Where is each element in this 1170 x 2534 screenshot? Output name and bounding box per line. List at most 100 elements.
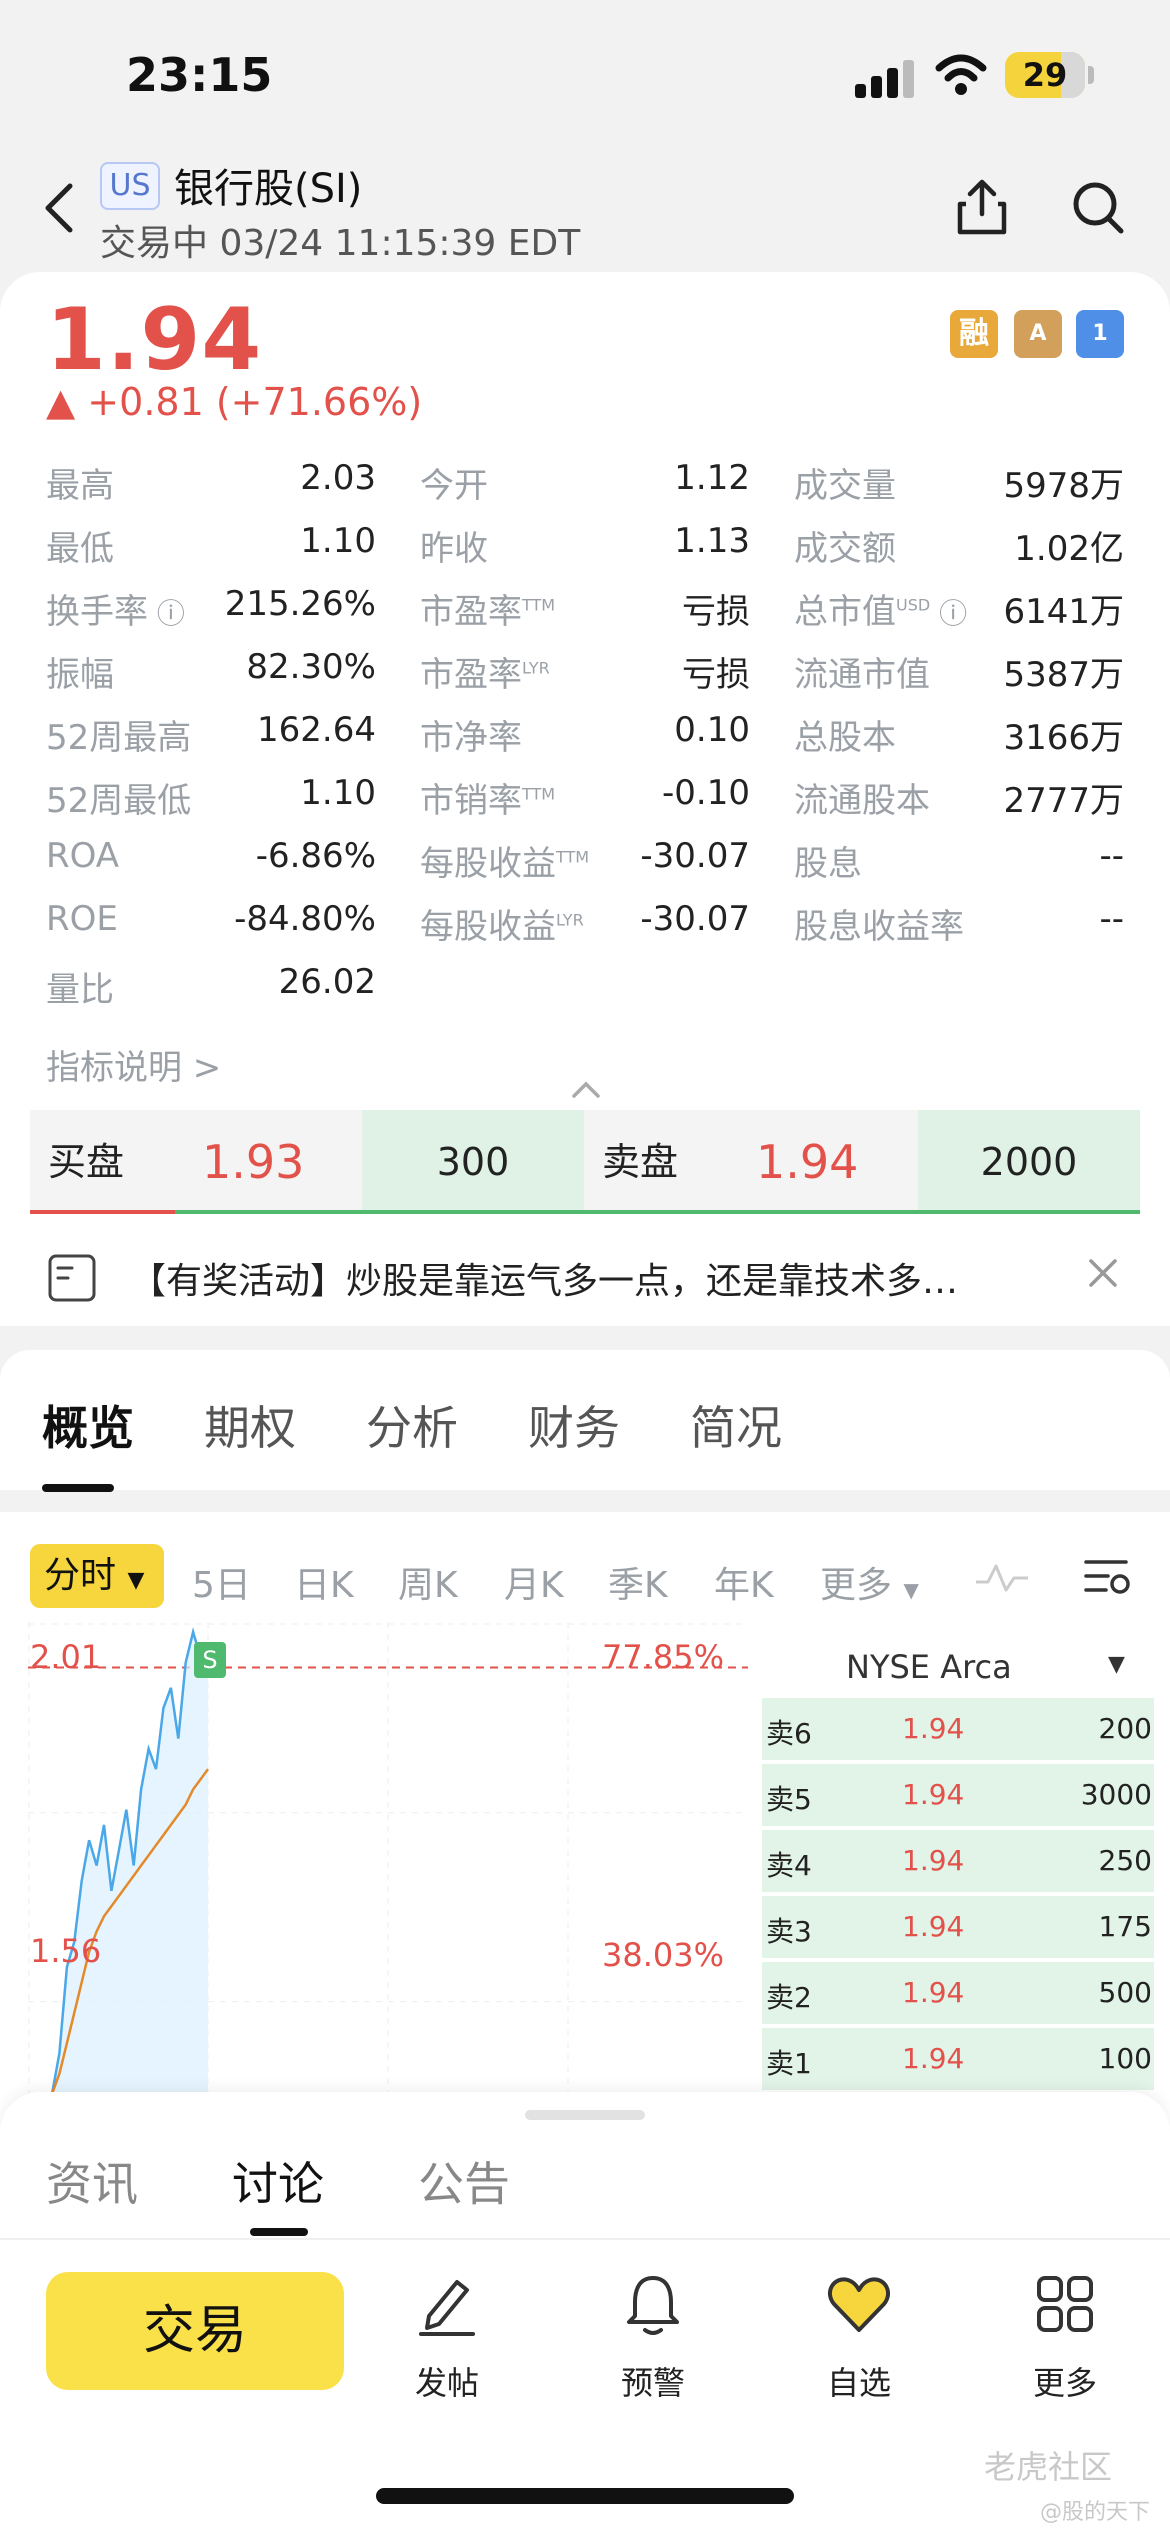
watchlist-label: 自选 <box>826 2364 891 2402</box>
pct-high-label: 77.85% <box>602 1638 725 1676</box>
post-label: 发帖 <box>414 2364 479 2402</box>
stat-value: 0.10 <box>674 710 750 750</box>
period-quarterly[interactable]: 季K <box>608 1556 668 1608</box>
stat-label: 成交量 <box>794 458 896 507</box>
signal-icon <box>855 58 915 98</box>
tab-overview[interactable]: 概览 <box>42 1392 134 1458</box>
book-row[interactable]: 卖3 1.94 175 <box>762 1896 1154 1958</box>
back-icon[interactable] <box>40 180 80 236</box>
book-size: 250 <box>1098 1844 1152 1877</box>
tab-announcements[interactable]: 公告 <box>418 2148 510 2214</box>
pencil-icon <box>419 2280 475 2336</box>
book-row[interactable]: 卖6 1.94 200 <box>762 1698 1154 1760</box>
book-level: 卖2 <box>766 1981 812 2014</box>
y-mid-label: 1.56 <box>30 1932 102 1970</box>
stat-label-text: 换手率 <box>46 592 148 632</box>
period-yearly[interactable]: 年K <box>714 1556 774 1608</box>
heart-icon <box>828 2277 890 2332</box>
chart-settings-icon[interactable] <box>1082 1556 1134 1600</box>
book-size: 175 <box>1098 1910 1152 1943</box>
stat-label: ROE <box>46 899 118 939</box>
promo-text[interactable]: 【有奖活动】炒股是靠运气多一点，还是靠技术多… <box>130 1252 958 1304</box>
book-level: 卖6 <box>766 1717 812 1750</box>
stat-label: 流通股本 <box>794 773 930 822</box>
period-more[interactable]: 更多 ▼ <box>820 1556 919 1608</box>
alert-button[interactable]: 预警 <box>588 2272 718 2412</box>
alert-label: 预警 <box>620 2364 685 2402</box>
indicator-wave-icon[interactable] <box>974 1560 1030 1596</box>
stat-value: 2777万 <box>1003 781 1124 821</box>
ask-price: 1.94 <box>756 1135 859 1189</box>
stat-value: -0.10 <box>662 773 750 813</box>
stat-value: 1.12 <box>674 458 750 498</box>
book-row[interactable]: 卖4 1.94 250 <box>762 1830 1154 1892</box>
tab-news[interactable]: 资讯 <box>46 2148 138 2214</box>
stat-value: 26.02 <box>278 962 376 1002</box>
stat-label-text: 总市值 <box>794 592 896 632</box>
trading-status: 交易中 03/24 11:15:39 EDT <box>100 223 581 264</box>
period-intraday[interactable]: 分时 ▼ <box>30 1544 164 1608</box>
stat-label-text: 昨收 <box>420 529 488 569</box>
book-price: 1.94 <box>902 1910 965 1943</box>
tab-analysis[interactable]: 分析 <box>366 1392 458 1458</box>
price-area <box>52 1632 208 2094</box>
caret-down-icon: ▼ <box>903 1578 919 1602</box>
post-button[interactable]: 发帖 <box>382 2272 512 2412</box>
sheet-handle[interactable] <box>525 2110 645 2120</box>
book-size: 200 <box>1098 1712 1152 1745</box>
trade-button[interactable]: 交易 <box>46 2272 344 2390</box>
tab-discussion[interactable]: 讨论 <box>232 2148 324 2214</box>
layers-badge-icon[interactable]: A <box>1014 310 1062 358</box>
margin-badge-icon[interactable]: 融 <box>950 310 998 358</box>
book-row[interactable]: 卖1 1.94 100 <box>762 2028 1154 2090</box>
intraday-chart[interactable] <box>28 1622 748 2094</box>
stat-value: -30.07 <box>640 836 750 876</box>
stat-label: 昨收 <box>420 521 488 570</box>
close-icon[interactable] <box>1086 1256 1120 1290</box>
share-icon[interactable] <box>952 176 1012 238</box>
collapse-chevron-icon[interactable] <box>570 1080 602 1100</box>
home-indicator[interactable] <box>376 2488 794 2504</box>
watermark: 老虎社区 <box>984 2448 1113 2486</box>
stat-value: 82.30% <box>246 647 376 687</box>
period-monthly[interactable]: 月K <box>504 1556 564 1608</box>
stat-label: 流通市值 <box>794 647 930 696</box>
stat-value: 1.02亿 <box>1014 529 1124 569</box>
bottom-tab-indicator <box>250 2228 308 2236</box>
bell-icon <box>627 2276 679 2335</box>
more-label: 更多 <box>1032 2364 1097 2402</box>
exchange-select[interactable]: NYSE Arca <box>846 1648 1012 1686</box>
watchlist-button[interactable]: 自选 <box>794 2272 924 2412</box>
stat-label: 最低 <box>46 521 114 570</box>
book-size: 100 <box>1098 2042 1152 2075</box>
period-daily[interactable]: 日K <box>294 1556 354 1608</box>
tab-profile[interactable]: 简况 <box>690 1392 782 1458</box>
stat-value: 亏损 <box>682 592 750 632</box>
stat-value: -- <box>1099 836 1124 876</box>
stat-label: 52周最高 <box>46 710 191 759</box>
stat-label-text: 52周最低 <box>46 781 192 821</box>
book-row[interactable]: 卖5 1.94 3000 <box>762 1764 1154 1826</box>
exchange-dropdown-icon[interactable]: ▼ <box>1108 1652 1125 1677</box>
stat-label: 市盈率TTM <box>420 584 555 633</box>
market-badge: US <box>100 162 160 210</box>
tab-financials[interactable]: 财务 <box>528 1392 620 1458</box>
period-weekly[interactable]: 周K <box>398 1556 458 1608</box>
search-icon[interactable] <box>1068 176 1128 238</box>
ask-size: 2000 <box>918 1110 1140 1214</box>
stat-label: 量比 <box>46 962 114 1011</box>
book-row[interactable]: 卖2 1.94 500 <box>762 1962 1154 2024</box>
stat-label-text: 最高 <box>46 466 114 506</box>
indicator-explanation-link[interactable]: 指标说明 > <box>46 1040 221 1089</box>
ask-ratio-bar <box>175 1210 1140 1214</box>
bid-price: 1.93 <box>202 1135 305 1189</box>
battery-level: 29 <box>1022 56 1068 94</box>
sell-marker[interactable]: S <box>194 1642 226 1678</box>
period-5day[interactable]: 5日 <box>192 1556 251 1608</box>
bid-size: 300 <box>362 1110 584 1214</box>
lightning-badge-icon[interactable]: 1 <box>1076 310 1124 358</box>
tab-options[interactable]: 期权 <box>204 1392 296 1458</box>
more-button[interactable]: 更多 <box>1000 2272 1130 2412</box>
bid-ratio-bar <box>30 1210 175 1214</box>
book-level: 卖4 <box>766 1849 812 1882</box>
